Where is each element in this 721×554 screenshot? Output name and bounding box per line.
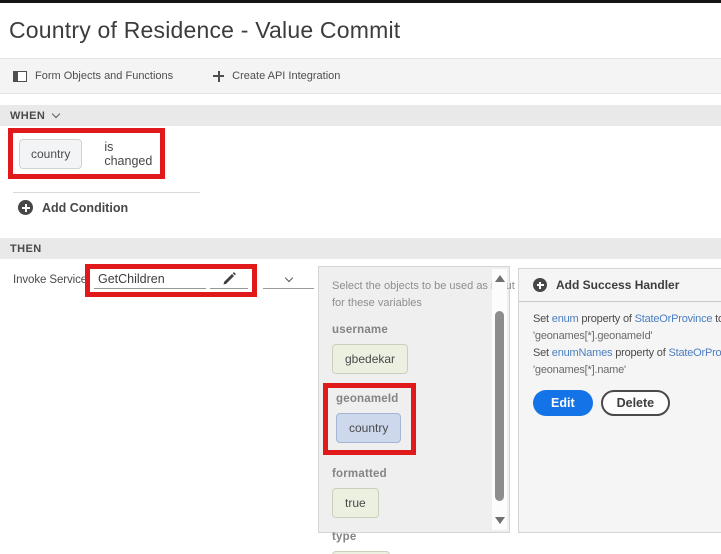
when-section-header[interactable]: WHEN xyxy=(0,105,721,126)
scroll-up-icon[interactable] xyxy=(495,275,505,282)
input-variables-panel: Select the objects to be used as input f… xyxy=(318,266,510,533)
bound-value-expression: 'geonames[*].name' xyxy=(533,362,721,379)
panel-instruction-line2: for these variables xyxy=(332,295,483,312)
top-black-bar xyxy=(0,0,721,3)
rule-editor-window: Country of Residence - Value Commit Form… xyxy=(0,0,721,554)
scroll-down-icon[interactable] xyxy=(495,517,505,524)
scrollbar-thumb[interactable] xyxy=(495,311,504,501)
panel-scrollbar[interactable] xyxy=(492,269,507,530)
variable-label: username xyxy=(332,324,483,336)
variable-value-chip[interactable]: gbedekar xyxy=(332,344,408,374)
service-name-input[interactable]: GetChildren xyxy=(94,270,206,289)
target-field-name: StateOrProvince xyxy=(635,313,713,325)
target-field-name: StateOrProvince xyxy=(668,347,721,359)
create-api-label: Create API Integration xyxy=(232,70,340,82)
annotation-box-geonameid: geonameId country xyxy=(323,383,416,455)
bound-value-expression: 'geonames[*].geonameId' xyxy=(533,328,721,345)
add-success-handler-label: Add Success Handler xyxy=(556,278,679,292)
delete-button[interactable]: Delete xyxy=(601,390,671,416)
add-circle-icon xyxy=(533,278,547,292)
variable-value-chip[interactable]: country xyxy=(336,413,401,443)
handler-statement-1: Set enum property of StateOrProvince to … xyxy=(533,311,721,345)
when-divider xyxy=(13,192,200,193)
variable-group-type: type JSON xyxy=(332,531,483,554)
edit-pencil-icon xyxy=(222,272,236,286)
then-header-label: THEN xyxy=(10,243,42,255)
variable-label: geonameId xyxy=(336,393,401,405)
invoke-service-label: Invoke Service xyxy=(13,274,87,286)
variable-value-chip[interactable]: true xyxy=(332,488,379,518)
rule-editor-toolbar: Form Objects and Functions Create API In… xyxy=(0,58,721,94)
service-dropdown[interactable] xyxy=(263,268,314,289)
property-keyword: enum xyxy=(552,313,579,325)
create-api-integration-button[interactable]: Create API Integration xyxy=(213,70,340,82)
form-objects-panel-icon xyxy=(13,71,27,82)
chevron-down-icon xyxy=(284,274,292,282)
variable-label: type xyxy=(332,531,483,543)
add-condition-label: Add Condition xyxy=(42,201,128,215)
annotation-box-invoke-service: GetChildren xyxy=(85,264,257,297)
variable-label: formatted xyxy=(332,468,483,480)
chevron-down-icon xyxy=(52,110,60,118)
variable-group-geonameid: geonameId country xyxy=(336,393,401,443)
variable-group-formatted: formatted true xyxy=(332,468,483,518)
form-objects-and-functions-button[interactable]: Form Objects and Functions xyxy=(13,70,173,82)
when-operator-text[interactable]: is changed xyxy=(104,140,160,168)
add-circle-icon xyxy=(18,200,33,215)
add-success-handler-button[interactable]: Add Success Handler xyxy=(519,269,721,302)
add-condition-button[interactable]: Add Condition xyxy=(18,200,128,215)
property-keyword: enumNames xyxy=(552,347,613,359)
panel-instruction-line1: Select the objects to be used as input xyxy=(332,278,483,295)
handler-statement-2: Set enumNames property of StateOrProvinc… xyxy=(533,345,721,379)
when-field-chip[interactable]: country xyxy=(19,139,82,169)
success-handler-summary: Set enum property of StateOrProvince to … xyxy=(519,302,721,416)
page-title: Country of Residence - Value Commit xyxy=(9,17,400,44)
edit-service-button[interactable] xyxy=(210,270,248,289)
success-handler-panel: Add Success Handler Set enum property of… xyxy=(518,268,721,533)
then-section-header: THEN xyxy=(0,238,721,259)
when-header-label: WHEN xyxy=(10,110,45,122)
variable-group-username: username gbedekar xyxy=(332,324,483,374)
form-objects-label: Form Objects and Functions xyxy=(35,70,173,82)
edit-button[interactable]: Edit xyxy=(533,390,593,416)
plus-icon xyxy=(213,71,224,82)
annotation-box-when-condition: country is changed xyxy=(8,128,165,179)
